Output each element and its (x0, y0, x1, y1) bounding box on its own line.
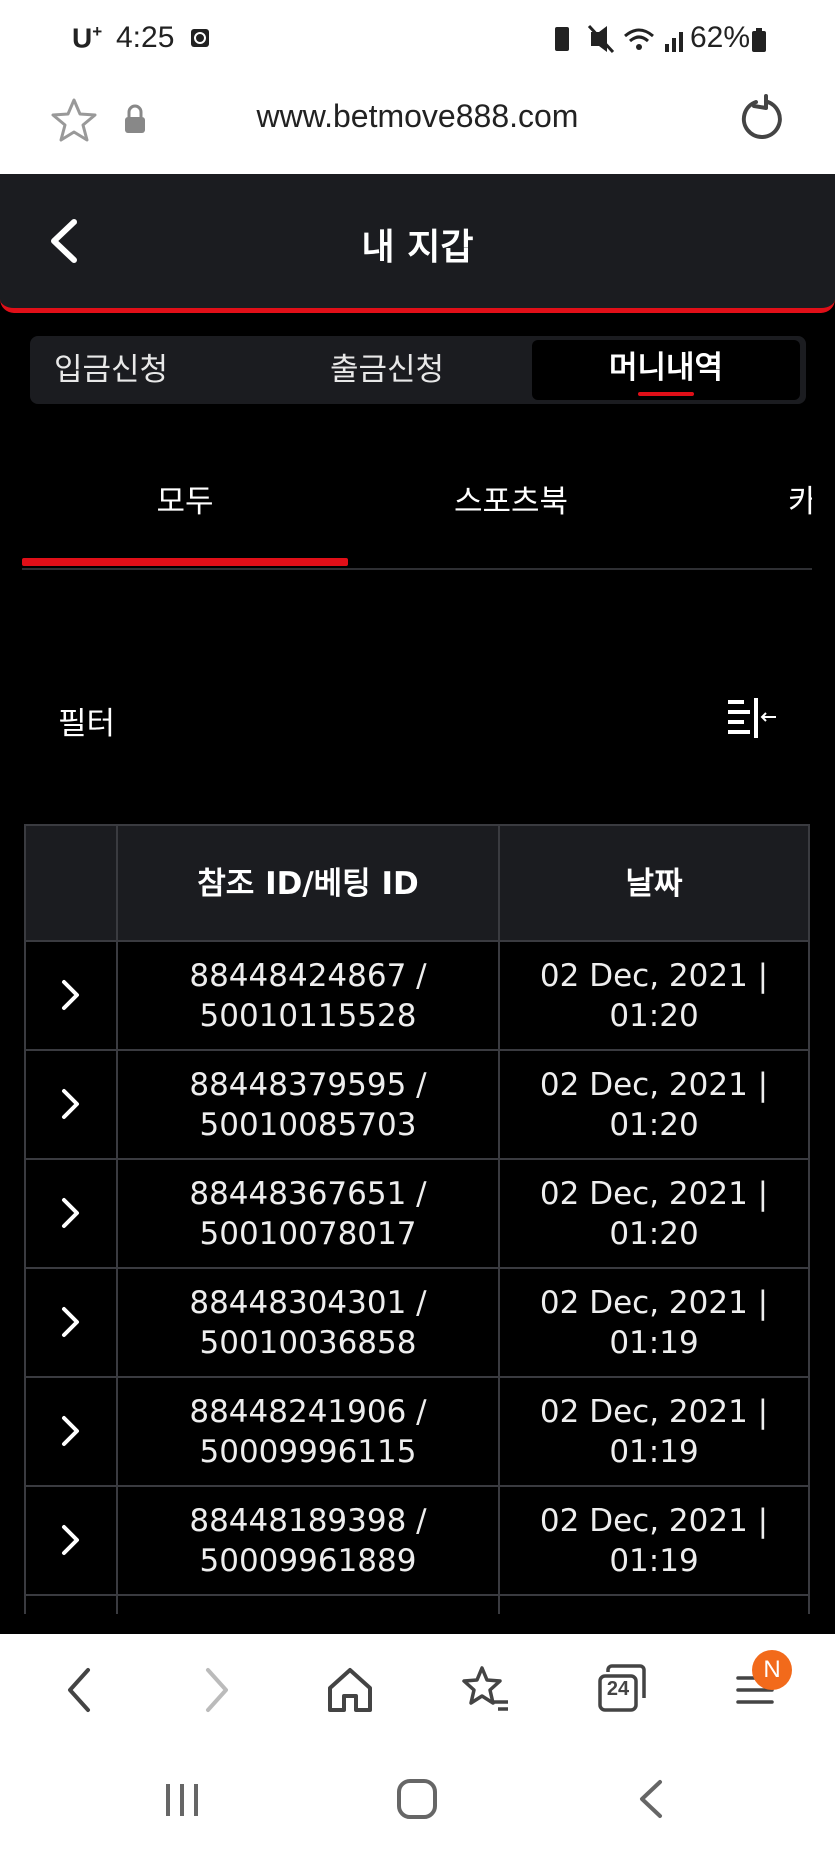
time: 01:19 (609, 1325, 699, 1361)
home-button-icon[interactable] (396, 1778, 438, 1820)
table-row[interactable] (24, 1594, 810, 1614)
system-back-icon[interactable] (636, 1778, 666, 1820)
date: 02 Dec, 2021 | (539, 1394, 769, 1430)
tab-deposit[interactable]: 입금신청 (54, 336, 168, 404)
filter-collapse-icon[interactable] (726, 696, 778, 740)
wallet-tabs: 입금신청 출금신청 머니내역 (30, 336, 806, 404)
expand-cell[interactable] (24, 1267, 118, 1378)
tab-sportsbook[interactable]: 스포츠북 (348, 476, 674, 521)
ref-id-cell (116, 1594, 500, 1614)
ref-id: 88448189398 / (189, 1503, 427, 1539)
reload-icon[interactable] (736, 94, 786, 144)
date-cell: 02 Dec, 2021 | 01:20 (498, 940, 810, 1051)
date-cell (498, 1594, 810, 1614)
expand-cell[interactable] (24, 940, 118, 1051)
page-title: 내 지갑 (361, 227, 474, 268)
header-date: 날짜 (498, 824, 810, 942)
date-cell: 02 Dec, 2021 | 01:20 (498, 1049, 810, 1160)
bet-id: 50010085703 (199, 1107, 417, 1143)
chevron-right-icon[interactable] (60, 1196, 82, 1230)
expand-cell[interactable] (24, 1594, 118, 1614)
status-time: 4:25 (116, 21, 175, 54)
system-nav-bar (0, 1746, 835, 1856)
tab-money-history-label: 머니내역 (608, 350, 724, 386)
date: 02 Dec, 2021 | (539, 1285, 769, 1321)
date: 02 Dec, 2021 | (539, 958, 769, 994)
chevron-right-icon[interactable] (60, 1305, 82, 1339)
date: 02 Dec, 2021 | (539, 1503, 769, 1539)
browser-url-bar: www.betmove888.com (0, 78, 835, 174)
ref-id: 88448379595 / (189, 1067, 427, 1103)
expand-cell[interactable] (24, 1158, 118, 1269)
battery-percent: 62% (690, 21, 751, 54)
time: 01:20 (609, 998, 699, 1034)
bet-id: 50009996115 (199, 1434, 417, 1470)
ref-id: 88448304301 / (189, 1285, 427, 1321)
bet-id: 50010078017 (199, 1216, 417, 1252)
bet-id: 50010115528 (199, 998, 417, 1034)
filter-label: 필터 (58, 706, 116, 742)
time: 01:19 (609, 1543, 699, 1579)
chevron-right-icon[interactable] (60, 1523, 82, 1557)
url-text[interactable]: www.betmove888.com (0, 98, 835, 135)
date: 02 Dec, 2021 | (539, 1067, 769, 1103)
header-ref-id: 참조 ID/베팅 ID (116, 824, 500, 942)
tab-casino[interactable]: 카 (788, 476, 812, 521)
table-row[interactable]: 88448379595 /50010085703 02 Dec, 2021 | 0… (24, 1049, 810, 1160)
bet-id: 50010036858 (199, 1325, 417, 1361)
date-cell: 02 Dec, 2021 | 01:19 (498, 1376, 810, 1487)
active-category-indicator (22, 558, 348, 566)
table-row[interactable]: 88448189398 /50009961889 02 Dec, 2021 | 0… (24, 1485, 810, 1596)
ref-id: 88448367651 / (189, 1176, 427, 1212)
date: 02 Dec, 2021 | (539, 1176, 769, 1212)
carrier-label: U+ (72, 22, 103, 54)
expand-cell[interactable] (24, 1049, 118, 1160)
active-tab-underline (638, 392, 694, 396)
transaction-table: 참조 ID/베팅 ID 날짜 88448424867 /50010115528 … (24, 824, 810, 1614)
recent-apps-icon[interactable] (164, 1780, 200, 1820)
ref-id: 88448241906 / (189, 1394, 427, 1430)
page-header: 내 지갑 (0, 174, 835, 313)
header-expand-cell (24, 824, 118, 942)
expand-cell[interactable] (24, 1485, 118, 1596)
ref-id-cell: 88448189398 / 50009961889 (116, 1485, 500, 1596)
ref-id-cell: 88448241906 / 50009996115 (116, 1376, 500, 1487)
back-icon[interactable] (52, 1662, 108, 1718)
bet-id: 50009961889 (199, 1543, 417, 1579)
chevron-right-icon[interactable] (60, 978, 82, 1012)
tabs-count: 24 (606, 1678, 630, 1700)
browser-bottom-nav: 24 N (0, 1634, 835, 1746)
chevron-right-icon[interactable] (60, 1414, 82, 1448)
ref-id: 88448424867 / (189, 958, 427, 994)
table-row[interactable]: 88448367651 /50010078017 02 Dec, 2021 | 0… (24, 1158, 810, 1269)
tab-money-history[interactable]: 머니내역 (532, 340, 800, 400)
expand-cell[interactable] (24, 1376, 118, 1487)
notification-badge: N (752, 1650, 792, 1690)
table-header: 참조 ID/베팅 ID 날짜 (24, 824, 810, 942)
clock-icon (191, 29, 209, 47)
table-row[interactable]: 88448424867 /50010115528 02 Dec, 2021 | 0… (24, 940, 810, 1051)
table-row[interactable]: 88448304301 /50010036858 02 Dec, 2021 | 0… (24, 1267, 810, 1378)
status-bar: U+ 4:25 62% (0, 0, 835, 78)
tab-withdraw[interactable]: 출금신청 (330, 336, 444, 404)
time: 01:20 (609, 1107, 699, 1143)
home-icon[interactable] (322, 1662, 378, 1718)
bookmarks-icon[interactable] (458, 1662, 514, 1718)
ref-id-cell: 88448379595 / 50010085703 (116, 1049, 500, 1160)
table-row[interactable]: 88448241906 /50009996115 02 Dec, 2021 | 0… (24, 1376, 810, 1487)
chevron-right-icon[interactable] (60, 1087, 82, 1121)
tabs-button[interactable]: 24 (592, 1662, 652, 1718)
date-cell: 02 Dec, 2021 | 01:20 (498, 1158, 810, 1269)
time: 01:19 (609, 1434, 699, 1470)
battery-icon (752, 28, 766, 52)
date-cell: 02 Dec, 2021 | 01:19 (498, 1485, 810, 1596)
tab-all[interactable]: 모두 (22, 476, 348, 521)
forward-icon[interactable] (188, 1662, 244, 1718)
time: 01:20 (609, 1216, 699, 1252)
category-tabs: 모두 스포츠북 카 (22, 462, 812, 570)
ref-id-cell: 88448424867 / 50010115528 (116, 940, 500, 1051)
ref-id-cell: 88448304301 / 50010036858 (116, 1267, 500, 1378)
date-cell: 02 Dec, 2021 | 01:19 (498, 1267, 810, 1378)
ref-id-cell: 88448367651 / 50010078017 (116, 1158, 500, 1269)
